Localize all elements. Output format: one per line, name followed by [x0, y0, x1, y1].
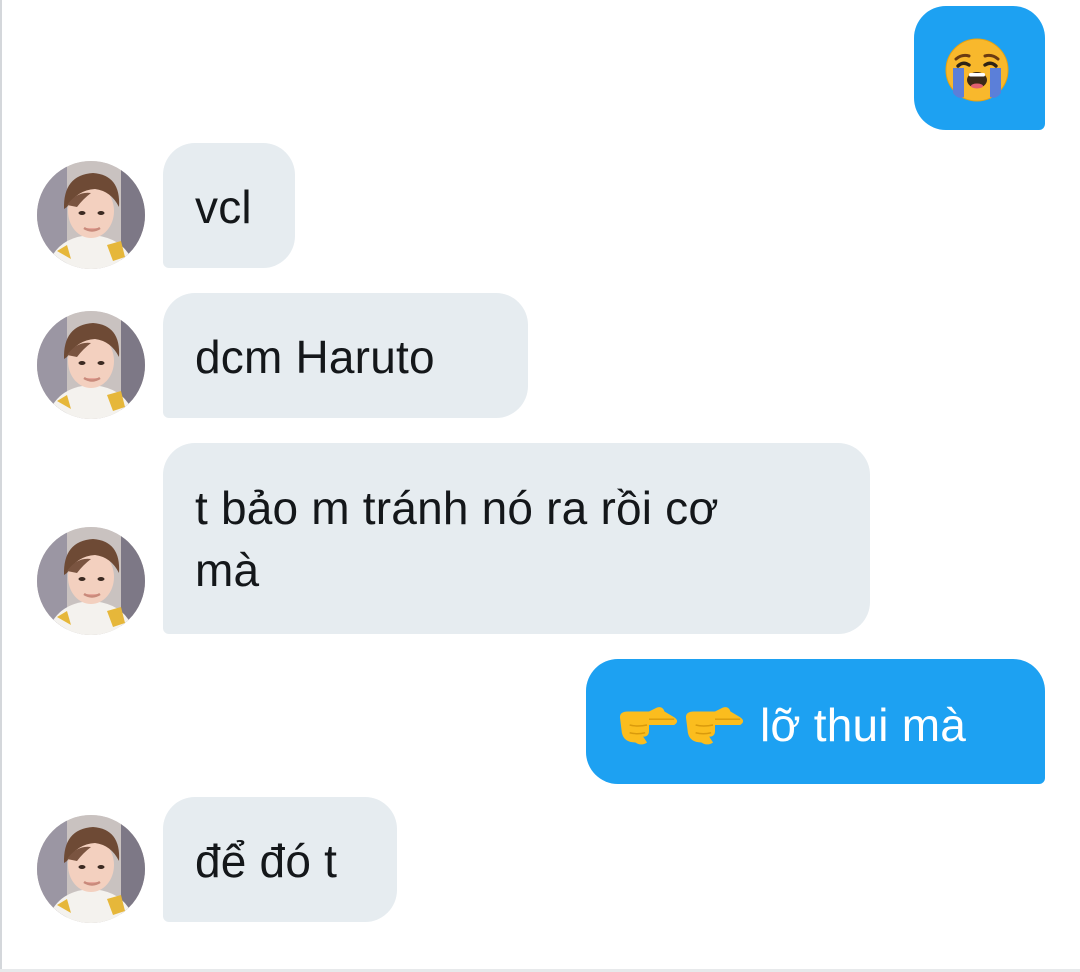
- message-text: lỡ thui mà: [760, 698, 967, 751]
- message-text-line-1: t bảo m tránh nó ra rồi cơ: [195, 482, 719, 534]
- loudly-crying-face-icon: [945, 38, 1009, 102]
- pointing-right-icon: [685, 706, 744, 745]
- incoming-message[interactable]: t bảo m tránh nó ra rồi cơ mà: [163, 443, 870, 634]
- incoming-message[interactable]: dcm Haruto: [163, 293, 528, 418]
- outgoing-message[interactable]: lỡ thui mà: [586, 659, 1045, 784]
- incoming-message[interactable]: để đó t: [163, 797, 397, 922]
- avatar[interactable]: [37, 815, 145, 923]
- pointing-right-icon: [619, 706, 678, 745]
- incoming-message[interactable]: vcl: [163, 143, 295, 268]
- avatar[interactable]: [37, 527, 145, 635]
- left-edge-divider: [0, 0, 2, 972]
- avatar[interactable]: [37, 161, 145, 269]
- message-text: vcl: [195, 181, 252, 233]
- outgoing-message-crying-emoji[interactable]: [914, 6, 1045, 130]
- message-text: dcm Haruto: [195, 331, 435, 383]
- avatar[interactable]: [37, 311, 145, 419]
- message-text: để đó t: [195, 835, 338, 887]
- message-text-line-2: mà: [195, 544, 260, 596]
